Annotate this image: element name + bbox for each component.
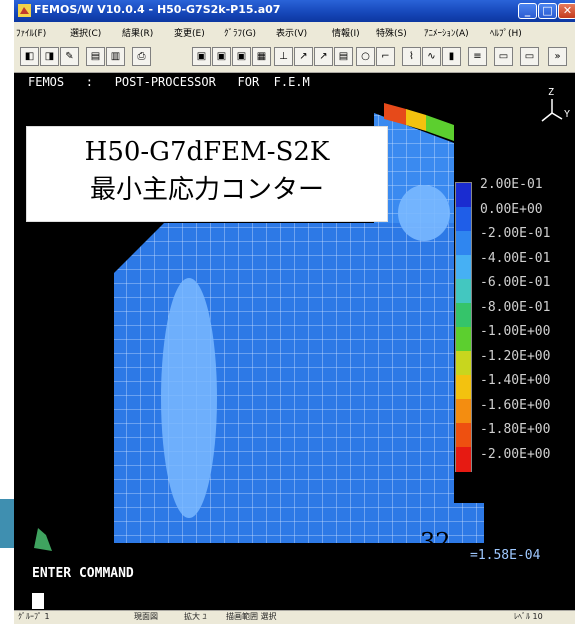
toolbar: ◧ ◨ ✎ ▤ ▥ ⎙ ▣ ▣ ▣ ▦ ⊥ ↗ ↗ ▤ ○ ⌐ ⌇ ∿ ▮ ≡ ▭ ▭»	[14, 42, 575, 73]
legend-swatch-0	[456, 183, 471, 208]
legend-label-5: -8.00E-01	[480, 299, 551, 315]
stress-region-circle	[398, 185, 450, 241]
stress-region-ellipse	[161, 278, 217, 518]
open-icon[interactable]: ◧	[20, 47, 39, 66]
maximize-button[interactable]: □	[538, 3, 557, 19]
legend-swatch-3	[456, 255, 471, 280]
menu-item-7[interactable]: 特殊(S)	[376, 26, 407, 39]
node-icon[interactable]: ⌐	[376, 47, 395, 66]
status-item-0: ｸﾞﾙｰﾌﾟ 1	[18, 612, 50, 621]
chart-icon[interactable]: ▤	[334, 47, 353, 66]
legend-swatch-9	[456, 399, 471, 424]
menu-item-5[interactable]: 表示(V)	[276, 26, 307, 39]
axis-triad-icon	[541, 99, 563, 122]
app-window: FEMOS/W V10.0.4 - H50-G7S2k-P15.a07 _ □ …	[0, 0, 575, 624]
legend-swatch-8	[456, 375, 471, 400]
menu-item-0[interactable]: ﾌｧｲﾙ(F)	[16, 26, 46, 39]
legend-label-2: -2.00E-01	[480, 226, 551, 241]
result-readout: =1.58E-04	[470, 548, 541, 563]
window-title: FEMOS/W V10.0.4 - H50-G7S2k-P15.a07	[34, 3, 281, 16]
print-icon[interactable]: ◨	[40, 47, 59, 66]
window-alt-icon[interactable]: ▭	[520, 47, 539, 66]
edit-icon[interactable]: ✎	[60, 47, 79, 66]
toolbar-overflow-button[interactable]: »	[548, 47, 567, 66]
axis-z-label: Z	[548, 87, 555, 98]
graph-line-icon[interactable]: ∿	[422, 47, 441, 66]
command-input[interactable]	[32, 593, 44, 609]
menu-item-1[interactable]: 選択(C)	[70, 26, 101, 39]
status-item-3: 描画範囲 選択	[226, 612, 277, 621]
circle-icon[interactable]: ○	[356, 47, 375, 66]
app-icon	[18, 4, 31, 17]
status-bar: ｸﾞﾙｰﾌﾟ 1 現面図 拡大 ﾕ 描画範囲 選択 ﾚﾍﾞﾙ 10	[14, 610, 575, 624]
view-top-icon[interactable]: ▣	[232, 47, 251, 66]
graph-bar-icon[interactable]: ▮	[442, 47, 461, 66]
legend-swatch-7	[456, 351, 471, 376]
overlay-title-line1: H50-G7dFEM-S2K	[84, 137, 330, 167]
axis-y-label: Y	[564, 109, 571, 120]
title-bar[interactable]: FEMOS/W V10.0.4 - H50-G7S2k-P15.a07 _ □ …	[14, 0, 575, 22]
status-item-1: 現面図	[134, 612, 158, 621]
menu-item-3[interactable]: 変更(E)	[174, 26, 205, 39]
legend-swatch-10	[456, 423, 471, 448]
arrow-alt-icon[interactable]: ↗	[314, 47, 333, 66]
overlay-title-box: H50-G7dFEM-S2K 最小主応力コンター	[26, 126, 388, 222]
menu-item-6[interactable]: 情報(I)	[332, 26, 360, 39]
legend-swatch-2	[456, 231, 471, 256]
legend-label-9: -1.60E+00	[480, 397, 551, 413]
legend-label-0: 2.00E-01	[480, 177, 543, 192]
legend-swatch-6	[456, 327, 471, 352]
stress-icon[interactable]: ≡	[468, 47, 487, 66]
legend-label-4: -6.00E-01	[480, 275, 551, 290]
mesh-right-step-grid	[454, 503, 484, 543]
legend-label-11: -2.00E+00	[480, 446, 551, 462]
legend-swatch-4	[456, 279, 471, 304]
overlay-title-line2: 最小主応力コンター	[89, 175, 324, 205]
minimize-button[interactable]: _	[518, 3, 537, 19]
legend-swatch-5	[456, 303, 471, 328]
legend-label-3: -4.00E-01	[480, 250, 551, 266]
menu-bar: ﾌｧｲﾙ(F) 選択(C) 結果(R) 変更(E) ｸﾞﾗﾌ(G) 表示(V) 情報(I) 特…	[14, 22, 575, 42]
origin-marker-icon	[34, 528, 52, 551]
legend-label-1: 0.00E+00	[480, 201, 543, 217]
legend-swatch-11	[456, 447, 471, 472]
close-button[interactable]: ✕	[558, 3, 575, 19]
side-strip	[0, 499, 14, 548]
menu-item-8[interactable]: ｱﾆﾒｰｼｮﾝ(A)	[424, 26, 469, 39]
color-legend-bar	[455, 182, 472, 472]
page-number: 32	[420, 528, 451, 556]
printer-icon[interactable]: ⎙	[132, 47, 151, 66]
legend-label-10: -1.80E+00	[480, 422, 551, 437]
list-icon[interactable]: ▤	[86, 47, 105, 66]
legend-swatch-1	[456, 207, 471, 232]
legend-label-8: -1.40E+00	[480, 373, 551, 388]
menu-item-2[interactable]: 結果(R)	[122, 26, 153, 39]
status-item-4: ﾚﾍﾞﾙ 10	[514, 612, 543, 621]
view-front-icon[interactable]: ▣	[192, 47, 211, 66]
legend-label-6: -1.00E+00	[480, 324, 551, 339]
menu-item-9[interactable]: ﾍﾙﾌﾟ(H)	[490, 26, 522, 39]
table-icon[interactable]: ▥	[106, 47, 125, 66]
arrow-icon[interactable]: ↗	[294, 47, 313, 66]
graph-icon[interactable]: ⌇	[402, 47, 421, 66]
menu-item-4[interactable]: ｸﾞﾗﾌ(G)	[224, 26, 256, 39]
view-side-icon[interactable]: ▣	[212, 47, 231, 66]
axis-icon[interactable]: ⊥	[274, 47, 293, 66]
status-item-2: 拡大 ﾕ	[184, 612, 207, 621]
view-3d-icon[interactable]: ▦	[252, 47, 271, 66]
command-label: ENTER COMMAND	[32, 566, 134, 581]
window-icon[interactable]: ▭	[494, 47, 513, 66]
legend-label-7: -1.20E+00	[480, 348, 551, 364]
